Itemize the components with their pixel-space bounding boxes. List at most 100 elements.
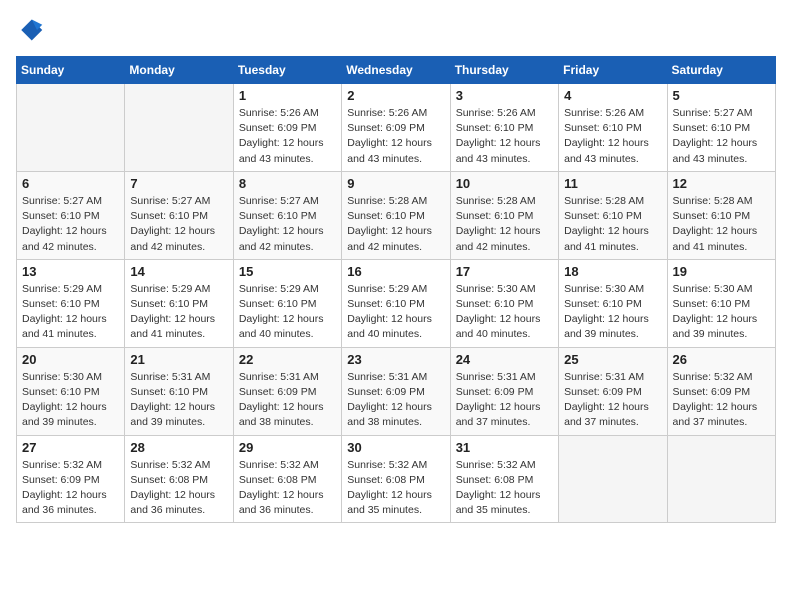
calendar-cell: 13 Sunrise: 5:29 AM Sunset: 6:10 PM Dayli… <box>17 259 125 347</box>
col-header-saturday: Saturday <box>667 57 775 84</box>
day-number: 6 <box>22 176 119 191</box>
day-info: Sunrise: 5:28 AM Sunset: 6:10 PM Dayligh… <box>673 194 770 255</box>
calendar-cell <box>667 435 775 523</box>
day-info: Sunrise: 5:30 AM Sunset: 6:10 PM Dayligh… <box>22 370 119 431</box>
day-number: 27 <box>22 440 119 455</box>
day-number: 2 <box>347 88 444 103</box>
day-info: Sunrise: 5:27 AM Sunset: 6:10 PM Dayligh… <box>130 194 227 255</box>
day-info: Sunrise: 5:32 AM Sunset: 6:09 PM Dayligh… <box>22 458 119 519</box>
day-number: 4 <box>564 88 661 103</box>
day-info: Sunrise: 5:31 AM Sunset: 6:10 PM Dayligh… <box>130 370 227 431</box>
calendar-cell: 6 Sunrise: 5:27 AM Sunset: 6:10 PM Daylig… <box>17 171 125 259</box>
day-number: 21 <box>130 352 227 367</box>
calendar-cell: 10 Sunrise: 5:28 AM Sunset: 6:10 PM Dayli… <box>450 171 558 259</box>
day-info: Sunrise: 5:31 AM Sunset: 6:09 PM Dayligh… <box>456 370 553 431</box>
calendar-cell: 8 Sunrise: 5:27 AM Sunset: 6:10 PM Daylig… <box>233 171 341 259</box>
calendar-cell <box>559 435 667 523</box>
calendar-cell: 1 Sunrise: 5:26 AM Sunset: 6:09 PM Daylig… <box>233 84 341 172</box>
calendar-cell: 4 Sunrise: 5:26 AM Sunset: 6:10 PM Daylig… <box>559 84 667 172</box>
calendar-cell <box>125 84 233 172</box>
calendar-cell: 3 Sunrise: 5:26 AM Sunset: 6:10 PM Daylig… <box>450 84 558 172</box>
calendar-cell: 23 Sunrise: 5:31 AM Sunset: 6:09 PM Dayli… <box>342 347 450 435</box>
day-number: 1 <box>239 88 336 103</box>
day-info: Sunrise: 5:28 AM Sunset: 6:10 PM Dayligh… <box>564 194 661 255</box>
calendar-cell: 18Sunrise: 5:30 AM Sunset: 6:10 PM Dayli… <box>559 259 667 347</box>
calendar-cell: 2 Sunrise: 5:26 AM Sunset: 6:09 PM Daylig… <box>342 84 450 172</box>
day-info: Sunrise: 5:32 AM Sunset: 6:08 PM Dayligh… <box>456 458 553 519</box>
day-info: Sunrise: 5:28 AM Sunset: 6:10 PM Dayligh… <box>456 194 553 255</box>
day-info: Sunrise: 5:29 AM Sunset: 6:10 PM Dayligh… <box>347 282 444 343</box>
day-number: 11 <box>564 176 661 191</box>
calendar-cell: 21 Sunrise: 5:31 AM Sunset: 6:10 PM Dayli… <box>125 347 233 435</box>
col-header-sunday: Sunday <box>17 57 125 84</box>
calendar-cell: 30 Sunrise: 5:32 AM Sunset: 6:08 PM Dayli… <box>342 435 450 523</box>
day-info: Sunrise: 5:27 AM Sunset: 6:10 PM Dayligh… <box>22 194 119 255</box>
calendar-cell: 19 Sunrise: 5:30 AM Sunset: 6:10 PM Dayli… <box>667 259 775 347</box>
day-info: Sunrise: 5:26 AM Sunset: 6:09 PM Dayligh… <box>239 106 336 167</box>
calendar-cell: 29 Sunrise: 5:32 AM Sunset: 6:08 PM Dayli… <box>233 435 341 523</box>
calendar-cell: 15Sunrise: 5:29 AM Sunset: 6:10 PM Dayli… <box>233 259 341 347</box>
calendar-cell: 28Sunrise: 5:32 AM Sunset: 6:08 PM Dayli… <box>125 435 233 523</box>
day-info: Sunrise: 5:30 AM Sunset: 6:10 PM Dayligh… <box>673 282 770 343</box>
day-info: Sunrise: 5:27 AM Sunset: 6:10 PM Dayligh… <box>673 106 770 167</box>
day-info: Sunrise: 5:31 AM Sunset: 6:09 PM Dayligh… <box>239 370 336 431</box>
calendar-week-row: 13 Sunrise: 5:29 AM Sunset: 6:10 PM Dayli… <box>17 259 776 347</box>
calendar-week-row: 27 Sunrise: 5:32 AM Sunset: 6:09 PM Dayli… <box>17 435 776 523</box>
day-number: 20 <box>22 352 119 367</box>
col-header-tuesday: Tuesday <box>233 57 341 84</box>
day-info: Sunrise: 5:30 AM Sunset: 6:10 PM Dayligh… <box>564 282 661 343</box>
day-info: Sunrise: 5:32 AM Sunset: 6:09 PM Dayligh… <box>673 370 770 431</box>
day-number: 7 <box>130 176 227 191</box>
day-info: Sunrise: 5:32 AM Sunset: 6:08 PM Dayligh… <box>239 458 336 519</box>
day-number: 22 <box>239 352 336 367</box>
day-number: 9 <box>347 176 444 191</box>
calendar-cell: 5 Sunrise: 5:27 AM Sunset: 6:10 PM Daylig… <box>667 84 775 172</box>
calendar-cell: 20 Sunrise: 5:30 AM Sunset: 6:10 PM Dayli… <box>17 347 125 435</box>
day-number: 25 <box>564 352 661 367</box>
day-info: Sunrise: 5:26 AM Sunset: 6:10 PM Dayligh… <box>564 106 661 167</box>
col-header-thursday: Thursday <box>450 57 558 84</box>
calendar-cell: 27 Sunrise: 5:32 AM Sunset: 6:09 PM Dayli… <box>17 435 125 523</box>
day-info: Sunrise: 5:31 AM Sunset: 6:09 PM Dayligh… <box>564 370 661 431</box>
day-number: 8 <box>239 176 336 191</box>
day-number: 19 <box>673 264 770 279</box>
day-info: Sunrise: 5:32 AM Sunset: 6:08 PM Dayligh… <box>347 458 444 519</box>
calendar-cell: 7 Sunrise: 5:27 AM Sunset: 6:10 PM Daylig… <box>125 171 233 259</box>
day-number: 17 <box>456 264 553 279</box>
calendar-cell: 31 Sunrise: 5:32 AM Sunset: 6:08 PM Dayli… <box>450 435 558 523</box>
day-info: Sunrise: 5:27 AM Sunset: 6:10 PM Dayligh… <box>239 194 336 255</box>
day-info: Sunrise: 5:29 AM Sunset: 6:10 PM Dayligh… <box>22 282 119 343</box>
calendar-cell: 11 Sunrise: 5:28 AM Sunset: 6:10 PM Dayli… <box>559 171 667 259</box>
calendar-cell <box>17 84 125 172</box>
day-number: 14 <box>130 264 227 279</box>
day-number: 16 <box>347 264 444 279</box>
day-number: 23 <box>347 352 444 367</box>
calendar-week-row: 20 Sunrise: 5:30 AM Sunset: 6:10 PM Dayli… <box>17 347 776 435</box>
logo <box>16 16 48 44</box>
day-number: 10 <box>456 176 553 191</box>
calendar-cell: 14 Sunrise: 5:29 AM Sunset: 6:10 PM Dayli… <box>125 259 233 347</box>
day-number: 29 <box>239 440 336 455</box>
day-info: Sunrise: 5:29 AM Sunset: 6:10 PM Dayligh… <box>130 282 227 343</box>
day-number: 30 <box>347 440 444 455</box>
day-number: 13 <box>22 264 119 279</box>
calendar-week-row: 1 Sunrise: 5:26 AM Sunset: 6:09 PM Daylig… <box>17 84 776 172</box>
day-info: Sunrise: 5:32 AM Sunset: 6:08 PM Dayligh… <box>130 458 227 519</box>
day-info: Sunrise: 5:26 AM Sunset: 6:10 PM Dayligh… <box>456 106 553 167</box>
day-info: Sunrise: 5:26 AM Sunset: 6:09 PM Dayligh… <box>347 106 444 167</box>
day-info: Sunrise: 5:31 AM Sunset: 6:09 PM Dayligh… <box>347 370 444 431</box>
day-info: Sunrise: 5:28 AM Sunset: 6:10 PM Dayligh… <box>347 194 444 255</box>
calendar-cell: 24Sunrise: 5:31 AM Sunset: 6:09 PM Dayli… <box>450 347 558 435</box>
page-header <box>16 16 776 44</box>
calendar-week-row: 6 Sunrise: 5:27 AM Sunset: 6:10 PM Daylig… <box>17 171 776 259</box>
col-header-wednesday: Wednesday <box>342 57 450 84</box>
calendar-header-row: SundayMondayTuesdayWednesdayThursdayFrid… <box>17 57 776 84</box>
calendar-cell: 16 Sunrise: 5:29 AM Sunset: 6:10 PM Dayli… <box>342 259 450 347</box>
day-number: 3 <box>456 88 553 103</box>
day-info: Sunrise: 5:30 AM Sunset: 6:10 PM Dayligh… <box>456 282 553 343</box>
day-info: Sunrise: 5:29 AM Sunset: 6:10 PM Dayligh… <box>239 282 336 343</box>
day-number: 12 <box>673 176 770 191</box>
day-number: 5 <box>673 88 770 103</box>
calendar-cell: 12 Sunrise: 5:28 AM Sunset: 6:10 PM Dayli… <box>667 171 775 259</box>
day-number: 31 <box>456 440 553 455</box>
